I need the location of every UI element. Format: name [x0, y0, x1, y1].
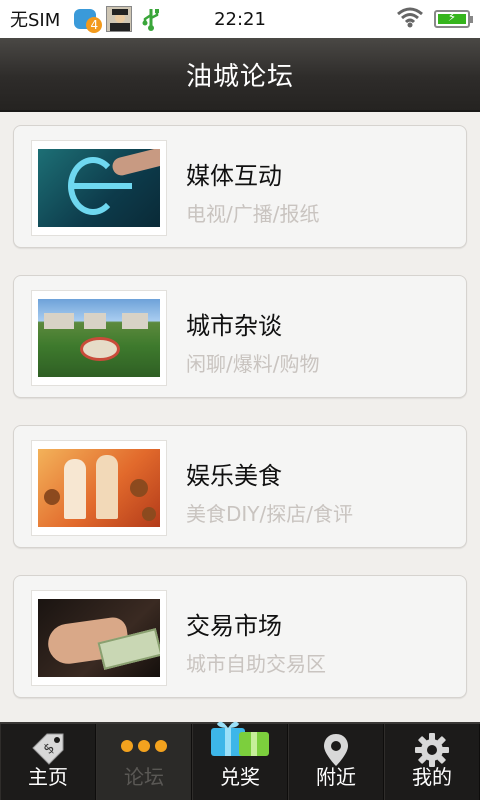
- tab-home[interactable]: $ 主页: [0, 724, 96, 800]
- sim-status-text: 无SIM: [10, 10, 61, 31]
- tab-nearby[interactable]: 附近: [288, 724, 384, 800]
- forum-title: 城市杂谈: [186, 312, 282, 340]
- forum-card-city[interactable]: 城市杂谈 闲聊/爆料/购物: [13, 275, 467, 398]
- battery-charging-icon: ⚡: [434, 10, 473, 28]
- avatar-icon: [106, 6, 133, 32]
- forum-card-food[interactable]: 娱乐美食 美食DIY/探店/食评: [13, 425, 467, 548]
- page-title: 油城论坛: [185, 61, 294, 92]
- app-header: 油城论坛: [0, 38, 480, 112]
- forum-subtitle: 美食DIY/探店/食评: [186, 502, 353, 526]
- forum-subtitle: 电视/广播/报纸: [186, 202, 320, 226]
- notification-icons: 4: [74, 6, 162, 33]
- forum-thumbnail: [31, 140, 167, 236]
- price-tag-icon: $: [29, 732, 67, 772]
- gear-icon: [414, 732, 450, 772]
- food-cartoon-image: [38, 449, 160, 527]
- wifi-icon: [396, 6, 424, 32]
- tab-label: 兑奖: [220, 765, 260, 789]
- bottom-tab-bar: $ 主页 论坛 兑奖 附近 我的: [0, 721, 480, 800]
- tab-mine[interactable]: 我的: [384, 724, 480, 800]
- tab-redeem[interactable]: 兑奖: [192, 721, 288, 800]
- tab-label: 论坛: [124, 765, 164, 789]
- location-pin-icon: [322, 732, 350, 772]
- forum-card-media[interactable]: 媒体互动 电视/广播/报纸: [13, 125, 467, 248]
- gift-box-icon: [209, 718, 271, 758]
- forum-subtitle: 闲聊/爆料/购物: [186, 352, 320, 376]
- forum-title: 媒体互动: [186, 162, 282, 190]
- badge-count: 4: [86, 17, 103, 33]
- notification-badge-icon: 4: [74, 7, 103, 33]
- forum-card-trade[interactable]: 交易市场 城市自助交易区: [13, 575, 467, 698]
- dots-icon: [121, 740, 167, 752]
- forum-thumbnail: [31, 590, 167, 686]
- forum-thumbnail: [31, 440, 167, 536]
- usb-icon: [140, 6, 162, 32]
- media-interaction-image: [38, 149, 160, 227]
- forum-thumbnail: [31, 290, 167, 386]
- forum-title: 交易市场: [186, 612, 282, 640]
- city-plaza-image: [38, 299, 160, 377]
- tab-forum[interactable]: 论坛: [96, 724, 192, 800]
- forum-subtitle: 城市自助交易区: [186, 652, 326, 676]
- cash-handover-image: [38, 599, 160, 677]
- forum-title: 娱乐美食: [186, 462, 282, 490]
- status-bar: 无SIM 4 22:21 ⚡: [0, 0, 480, 38]
